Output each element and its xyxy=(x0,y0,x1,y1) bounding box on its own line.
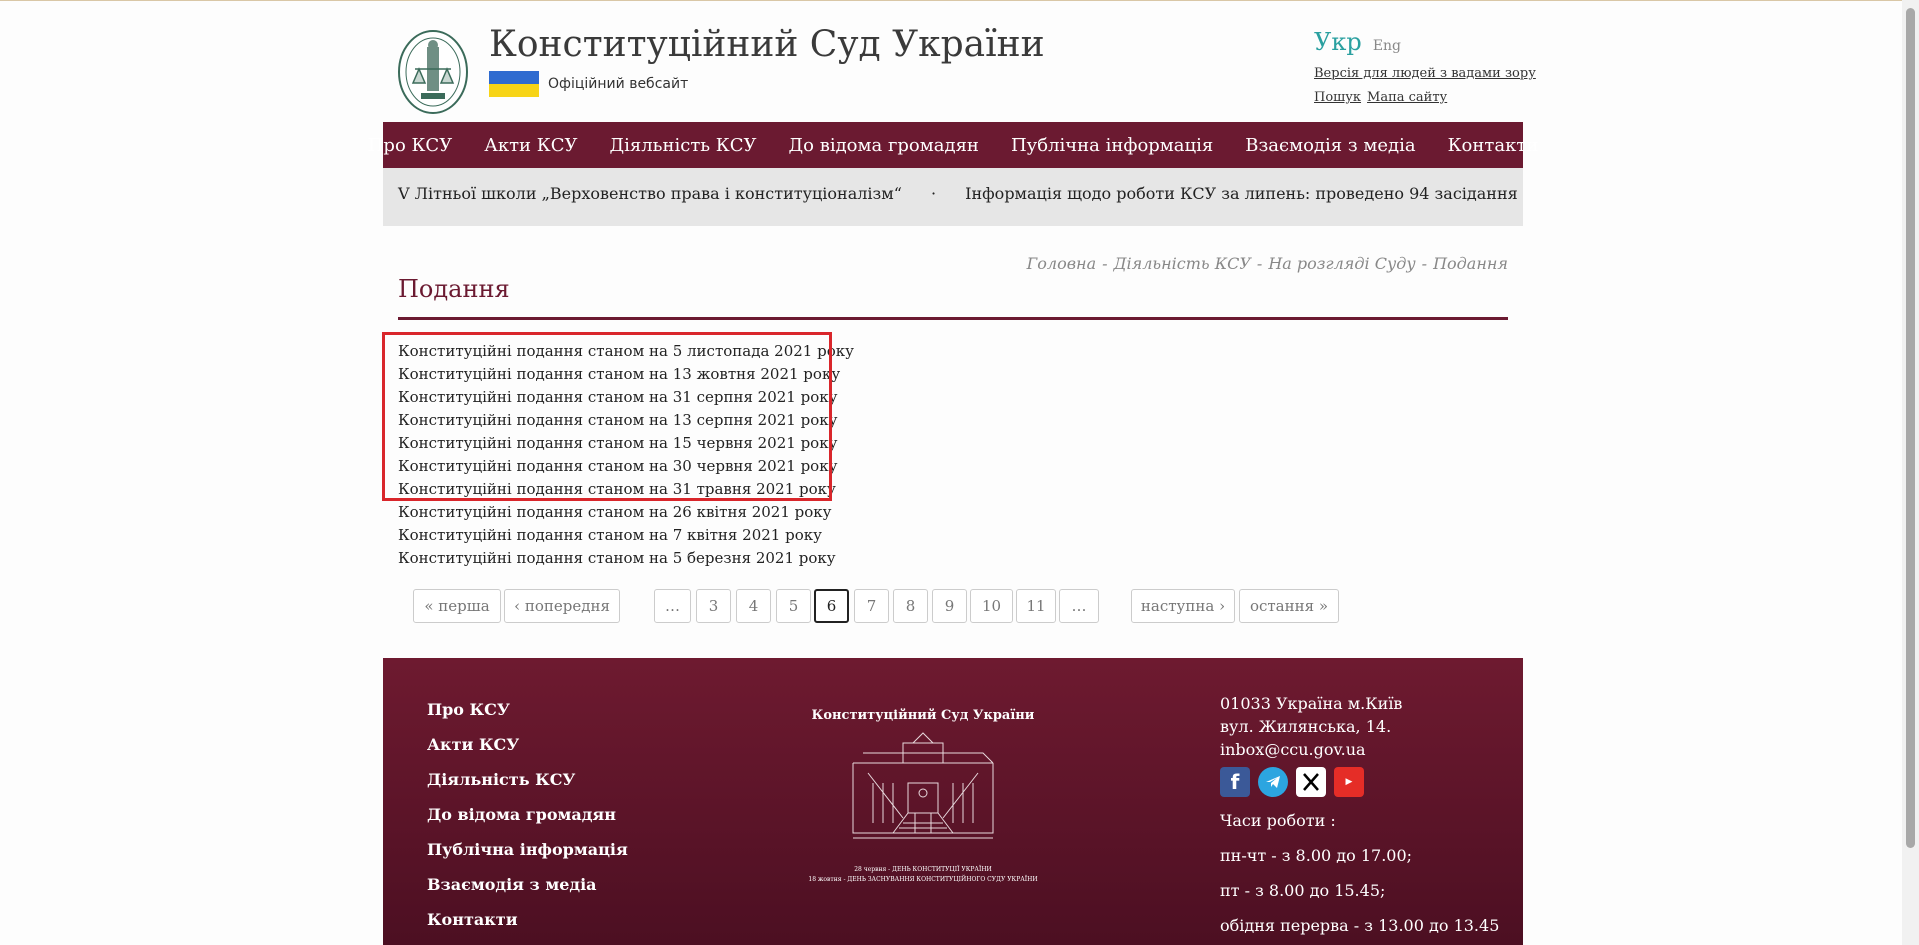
ticker-item[interactable]: Інформація щодо роботи КСУ за липень: пр… xyxy=(965,184,1523,203)
footer-emblem-line: 28 червня - ДЕНЬ КОНСТИТУЦІЇ УКРАЇНИ xyxy=(854,866,992,873)
scrollbar[interactable] xyxy=(1902,0,1919,945)
accessibility-link[interactable]: Версія для людей з вадами зору xyxy=(1314,66,1536,81)
footer-emblem-line: 18 жовтня - ДЕНЬ ЗАСНУВАННЯ КОНСТИТУЦІЙН… xyxy=(808,876,1038,883)
nav-item-public-info[interactable]: Публічна інформація xyxy=(1011,135,1213,156)
pager-page[interactable]: 5 xyxy=(776,589,811,623)
breadcrumb: Головна - Діяльність КСУ - На розгляді Суду -… xyxy=(1027,254,1508,273)
search-link[interactable]: Пошук xyxy=(1314,90,1361,105)
page-title: Подання xyxy=(398,275,510,303)
list-item[interactable]: Конституційні подання станом на 26 квітн… xyxy=(398,501,854,524)
breadcrumb-separator: - xyxy=(1421,254,1428,273)
site-subtitle: Офіційний вебсайт xyxy=(548,76,689,92)
social-links: f ▶ xyxy=(1220,767,1499,797)
title-divider xyxy=(398,317,1508,320)
hours-line: обідня перерва - з 13.00 до 13.45 xyxy=(1220,916,1500,935)
list-item[interactable]: Конституційні подання станом на 7 квітня… xyxy=(398,524,854,547)
news-ticker: V Літньої школи „Верховенство права і ко… xyxy=(383,168,1523,226)
breadcrumb-separator: - xyxy=(1102,254,1108,273)
footer-nav-item[interactable]: Діяльність КСУ xyxy=(427,762,628,797)
footer-nav-item[interactable]: Публічна інформація xyxy=(427,832,628,867)
breadcrumb-activity[interactable]: Діяльність КСУ xyxy=(1114,254,1251,273)
nav-item-acts[interactable]: Акти КСУ xyxy=(484,135,577,156)
pager-page[interactable]: 3 xyxy=(696,589,731,623)
nav-item-about[interactable]: Про КСУ xyxy=(368,135,453,156)
pager-last[interactable]: остання » xyxy=(1239,589,1339,623)
ticker-separator: · xyxy=(930,184,937,203)
pagination: « перша ‹ попередня … 3 4 5 6 7 8 9 10 1… xyxy=(383,589,1523,625)
site-title[interactable]: Конституційний Суд України xyxy=(489,24,1045,65)
pager-page[interactable]: 8 xyxy=(893,589,928,623)
pager-page[interactable]: 4 xyxy=(736,589,771,623)
highlight-selection-box xyxy=(382,332,832,501)
facebook-icon[interactable]: f xyxy=(1220,767,1250,797)
pager-prev[interactable]: ‹ попередня xyxy=(504,589,620,623)
footer-nav-item[interactable]: До відома громадян xyxy=(427,797,628,832)
footer-emblem-title: Конституційний Суд України xyxy=(811,708,1035,723)
pager-page[interactable]: 9 xyxy=(932,589,967,623)
pager-page[interactable]: 10 xyxy=(970,589,1013,623)
nav-item-citizens[interactable]: До відома громадян xyxy=(789,135,979,156)
address-line: вул. Жилянська, 14. xyxy=(1220,717,1392,736)
pager-page[interactable]: 7 xyxy=(854,589,889,623)
breadcrumb-home[interactable]: Головна xyxy=(1027,254,1096,273)
address-line: 01033 Україна м.Київ xyxy=(1220,694,1403,713)
main-nav: Про КСУ Акти КСУ Діяльність КСУ До відом… xyxy=(368,122,1538,168)
court-emblem-logo[interactable] xyxy=(397,29,469,115)
hours-line: пн-чт - з 8.00 до 17.00; xyxy=(1220,846,1413,865)
nav-item-contacts[interactable]: Контакти xyxy=(1448,135,1539,156)
breadcrumb-separator: - xyxy=(1256,254,1263,273)
utility-links: Пошук Мапа сайту xyxy=(1314,90,1453,105)
language-switcher: Укр Eng xyxy=(1314,28,1524,56)
breadcrumb-current: Подання xyxy=(1433,254,1508,273)
footer-nav-item[interactable]: Контакти xyxy=(427,902,628,937)
footer-contacts: 01033 Україна м.Київ вул. Жилянська, 14.… xyxy=(1220,692,1499,943)
pager-next[interactable]: наступна › xyxy=(1131,589,1235,623)
court-building-illustration xyxy=(852,732,994,839)
pager-page[interactable]: 11 xyxy=(1016,589,1056,623)
hours-line: пт - з 8.00 до 15.45; xyxy=(1220,881,1386,900)
site-footer: Про КСУ Акти КСУ Діяльність КСУ До відом… xyxy=(383,658,1523,945)
email-link[interactable]: inbox@ccu.gov.ua xyxy=(1220,738,1499,761)
pager-page-current[interactable]: 6 xyxy=(814,589,849,623)
nav-item-media[interactable]: Взаємодія з медіа xyxy=(1245,135,1415,156)
list-item[interactable]: Конституційні подання станом на 5 березн… xyxy=(398,547,854,570)
footer-nav-item[interactable]: Взаємодія з медіа xyxy=(427,867,628,902)
nav-item-activity[interactable]: Діяльність КСУ xyxy=(610,135,757,156)
ukraine-flag-icon xyxy=(489,71,539,97)
footer-nav-item[interactable]: Про КСУ xyxy=(427,692,628,727)
x-icon[interactable] xyxy=(1296,767,1326,797)
pager-ellipsis[interactable]: … xyxy=(1059,589,1099,623)
ticker-item[interactable]: V Літньої школи „Верховенство права і ко… xyxy=(398,184,902,203)
telegram-icon[interactable] xyxy=(1258,767,1288,797)
sitemap-link[interactable]: Мапа сайту xyxy=(1367,90,1447,105)
top-border xyxy=(0,0,1919,1)
breadcrumb-under-review[interactable]: На розгляді Суду xyxy=(1268,254,1415,273)
hours-title: Часи роботи : xyxy=(1220,811,1336,830)
pager-ellipsis[interactable]: … xyxy=(654,589,691,623)
working-hours: Часи роботи : пн-чт - з 8.00 до 17.00; п… xyxy=(1220,803,1499,943)
lang-eng[interactable]: Eng xyxy=(1373,38,1401,54)
scrollbar-thumb[interactable] xyxy=(1906,8,1915,848)
youtube-icon[interactable]: ▶ xyxy=(1334,767,1364,797)
footer-emblem: Конституційний Суд України 28 червня - Д… xyxy=(803,708,1043,885)
footer-nav: Про КСУ Акти КСУ Діяльність КСУ До відом… xyxy=(427,692,628,937)
pager-first[interactable]: « перша xyxy=(413,589,501,623)
footer-nav-item[interactable]: Акти КСУ xyxy=(427,727,628,762)
lang-ukr[interactable]: Укр xyxy=(1314,28,1362,56)
